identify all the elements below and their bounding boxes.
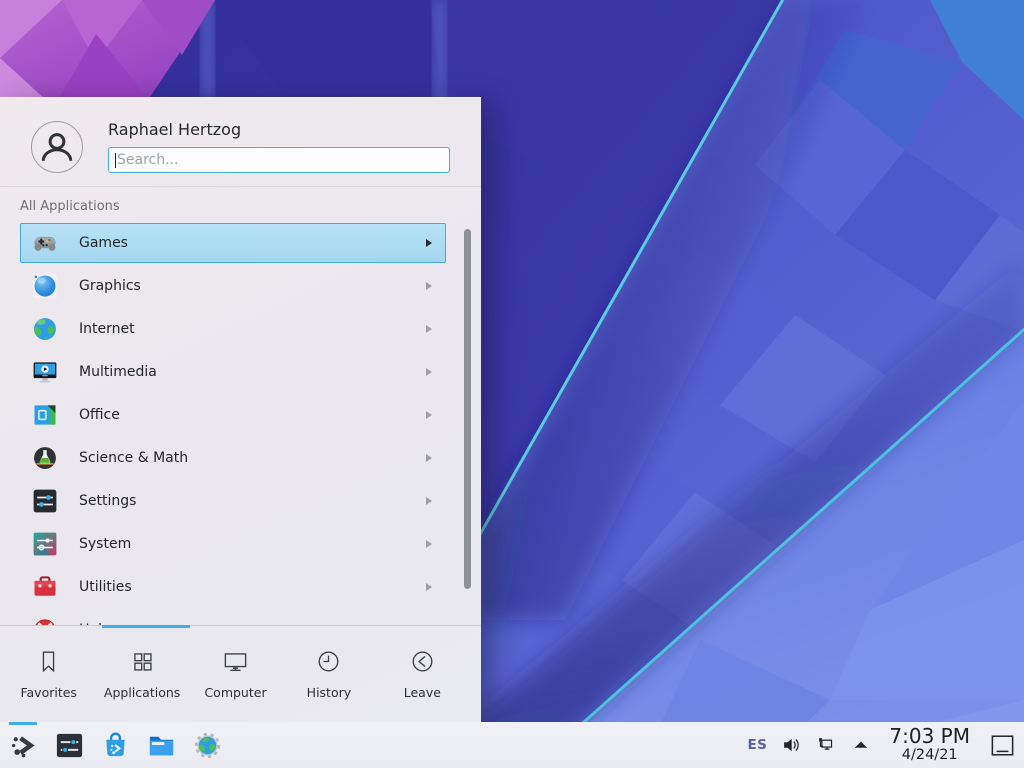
help-icon <box>31 616 59 625</box>
games-icon <box>31 229 59 257</box>
category-label: Multimedia <box>79 364 157 380</box>
file-manager-icon <box>146 730 177 761</box>
tab-label: Computer <box>204 685 266 700</box>
web-browser-button[interactable] <box>184 722 230 768</box>
history-icon <box>315 648 342 675</box>
submenu-arrow-icon <box>426 411 432 419</box>
category-row-internet[interactable]: Internet <box>20 309 446 349</box>
expand-tray-icon <box>850 734 872 756</box>
taskbar: ES <box>0 722 1024 768</box>
user-avatar[interactable] <box>31 121 83 173</box>
system-icon <box>31 530 59 558</box>
system-settings-button[interactable] <box>46 722 92 768</box>
system-tray: ES <box>747 722 1024 768</box>
category-row-utilities[interactable]: Utilities <box>20 567 446 607</box>
volume-icon <box>780 734 802 756</box>
show-desktop-button[interactable] <box>989 732 1016 759</box>
search-input[interactable]: Search... <box>108 147 450 173</box>
graphics-icon <box>31 272 59 300</box>
keyboard-layout-indicator[interactable]: ES <box>747 737 767 753</box>
applications-icon <box>129 648 156 675</box>
tab-label: Leave <box>404 685 441 700</box>
system-settings-icon <box>54 730 85 761</box>
discover-button[interactable] <box>92 722 138 768</box>
category-label: Games <box>79 235 128 251</box>
network-button[interactable] <box>815 734 837 756</box>
tab-label: Applications <box>104 685 180 700</box>
tab-favorites[interactable]: Favorites <box>2 629 95 723</box>
discover-icon <box>100 730 131 761</box>
app-launcher-button[interactable] <box>0 722 46 768</box>
category-row-office[interactable]: Office <box>20 395 446 435</box>
network-icon <box>815 734 837 756</box>
launcher-header: Raphael Hertzog Search... <box>0 98 481 187</box>
category-row-multimedia[interactable]: Multimedia <box>20 352 446 392</box>
desktop: Raphael Hertzog Search... All Applicatio… <box>0 0 1024 768</box>
submenu-arrow-icon <box>426 583 432 591</box>
tab-bar: Favorites Applications Computer <box>2 629 469 723</box>
submenu-arrow-icon <box>426 325 432 333</box>
category-label: Science & Math <box>79 450 188 466</box>
category-row-graphics[interactable]: Graphics <box>20 266 446 306</box>
user-name: Raphael Hertzog <box>108 120 241 139</box>
active-task-indicator <box>9 722 37 725</box>
computer-icon <box>222 648 249 675</box>
file-manager-button[interactable] <box>138 722 184 768</box>
science-icon <box>31 444 59 472</box>
tab-computer[interactable]: Computer <box>189 629 282 723</box>
settings-icon <box>31 487 59 515</box>
web-browser-icon <box>192 730 223 761</box>
taskbar-pinned-apps <box>0 722 230 768</box>
office-icon <box>31 401 59 429</box>
digital-clock[interactable]: 7:03 PM 4/24/21 <box>889 726 970 763</box>
category-row-science[interactable]: Science & Math <box>20 438 446 478</box>
volume-button[interactable] <box>780 734 802 756</box>
category-row-help[interactable]: Help <box>20 610 446 625</box>
tab-label: History <box>307 685 351 700</box>
category-row-system[interactable]: System <box>20 524 446 564</box>
scrollbar-thumb[interactable] <box>464 229 471 589</box>
submenu-arrow-icon <box>426 497 432 505</box>
text-caret <box>115 153 116 168</box>
category-row-settings[interactable]: Settings <box>20 481 446 521</box>
category-label: Settings <box>79 493 136 509</box>
leave-icon <box>409 648 436 675</box>
category-list: Games Graphics <box>0 223 460 625</box>
category-row-games[interactable]: Games <box>20 223 446 263</box>
active-tab-indicator <box>102 625 190 628</box>
favorites-icon <box>35 648 62 675</box>
section-label: All Applications <box>20 199 120 214</box>
tab-label: Favorites <box>20 685 76 700</box>
category-label: System <box>79 536 131 552</box>
submenu-arrow-icon <box>426 454 432 462</box>
tab-leave[interactable]: Leave <box>376 629 469 723</box>
clock-time: 7:03 PM <box>889 726 970 748</box>
submenu-arrow-icon <box>426 239 432 247</box>
category-label: Graphics <box>79 278 141 294</box>
tab-applications[interactable]: Applications <box>95 629 188 723</box>
submenu-arrow-icon <box>426 540 432 548</box>
show-desktop-icon <box>989 732 1016 759</box>
utilities-icon <box>31 573 59 601</box>
submenu-arrow-icon <box>426 368 432 376</box>
expand-tray-button[interactable] <box>850 734 872 756</box>
search-placeholder: Search... <box>117 152 178 168</box>
category-label: Utilities <box>79 579 132 595</box>
application-launcher-popup: Raphael Hertzog Search... All Applicatio… <box>0 97 481 723</box>
multimedia-icon <box>31 358 59 386</box>
app-launcher-icon <box>8 730 39 761</box>
submenu-arrow-icon <box>426 282 432 290</box>
tabbar-divider <box>0 625 481 626</box>
category-label: Office <box>79 407 120 423</box>
clock-date: 4/24/21 <box>889 748 970 764</box>
category-label: Internet <box>79 321 135 337</box>
internet-icon <box>31 315 59 343</box>
tab-history[interactable]: History <box>282 629 375 723</box>
